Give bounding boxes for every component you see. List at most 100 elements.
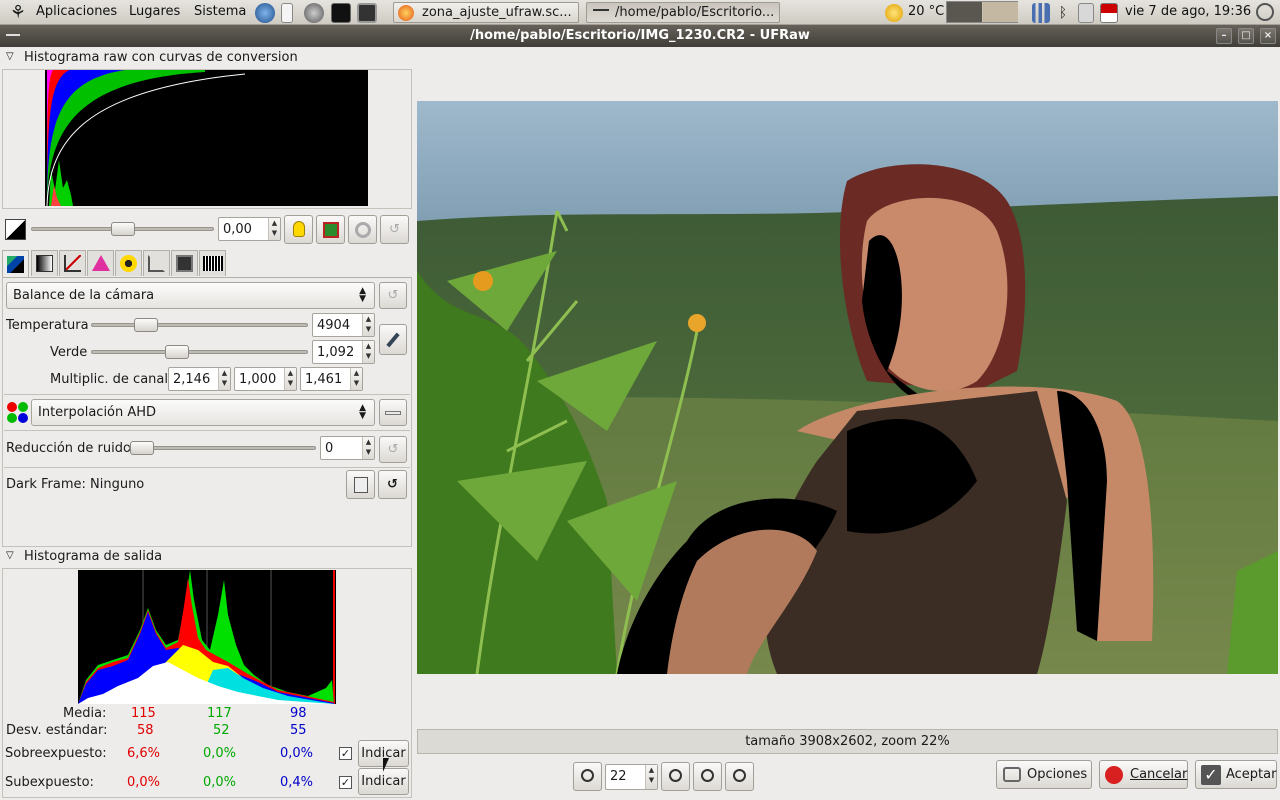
reset-dark-frame-button[interactable]: ↺ [378, 470, 407, 499]
exposure-slider[interactable] [31, 222, 214, 236]
exposure-icon [5, 219, 26, 240]
screen-launcher-icon[interactable] [357, 3, 377, 23]
workspace-1[interactable] [947, 2, 982, 22]
indicate-underexposed-button[interactable]: Indicar [358, 768, 409, 795]
workspace-2[interactable] [983, 2, 1018, 22]
cancel-button[interactable]: Cancelar [1099, 760, 1188, 789]
clip-highlights-button[interactable] [316, 215, 345, 244]
zoom-out-button[interactable] [573, 762, 602, 791]
window-menu-icon[interactable] [6, 34, 20, 38]
restore-details-button[interactable] [348, 215, 377, 244]
zoom-in-button[interactable] [661, 762, 690, 791]
spin-arrows-icon[interactable]: ▲ ▼ [362, 437, 374, 459]
noise-reduction-slider[interactable] [129, 441, 316, 455]
spin-arrows-icon[interactable]: ▲ ▼ [645, 765, 657, 789]
spin-arrows-icon[interactable]: ▲ ▼ [350, 368, 362, 390]
tab-base-curve[interactable] [59, 250, 86, 276]
cancel-icon [1105, 766, 1123, 784]
trash-icon[interactable] [1078, 3, 1094, 23]
zoom-100-button[interactable] [725, 762, 754, 791]
gnome-foot-icon[interactable]: ⚘ [7, 2, 29, 24]
tab-white-balance[interactable] [2, 250, 29, 278]
image-size-zoom-text: tamaño 3908x2602, zoom 22% [745, 734, 950, 749]
load-dark-frame-button[interactable] [346, 470, 375, 499]
stats-overexposed-blue: 0,0% [280, 746, 314, 761]
raw-histogram[interactable] [45, 70, 368, 206]
maximize-button[interactable]: □ [1238, 28, 1254, 44]
tab-color-management[interactable] [87, 250, 114, 276]
smoothing-toggle-button[interactable] [379, 399, 407, 426]
spot-white-balance-button[interactable] [379, 324, 407, 355]
spin-arrows-icon[interactable]: ▲ ▼ [218, 368, 230, 390]
overexposed-checkbox[interactable]: ✓ [339, 747, 352, 760]
separator [4, 467, 410, 468]
shutdown-icon[interactable] [1256, 3, 1274, 21]
ufraw-icon [593, 9, 609, 17]
raw-histogram-expander[interactable]: ▽ Histograma raw con curvas de conversio… [4, 50, 404, 68]
interpolation-combo[interactable]: Interpolación AHD ▲ ▼ [31, 399, 375, 426]
weather-icon[interactable] [885, 4, 903, 22]
menu-sistema[interactable]: Sistema [194, 4, 246, 19]
accept-button[interactable]: ✓ Aceptar [1195, 760, 1277, 789]
output-histogram-expander[interactable]: ▽ Histograma de salida [4, 549, 404, 567]
tab-save[interactable] [171, 250, 198, 276]
close-button[interactable]: × [1260, 28, 1276, 44]
workspace-switcher[interactable] [946, 1, 1018, 23]
menu-lugares[interactable]: Lugares [129, 4, 180, 19]
green-spinbox[interactable]: 1,092 ▲ ▼ [312, 340, 375, 364]
exposure-spinbox[interactable]: 0,00 ▲ ▼ [218, 217, 281, 241]
bluetooth-icon[interactable]: ᛒ [1055, 3, 1071, 23]
spin-arrows-icon[interactable]: ▲ ▼ [268, 218, 280, 240]
stats-mean-red: 115 [131, 706, 156, 721]
image-preview[interactable] [417, 101, 1278, 674]
exposure-slider-knob[interactable] [111, 222, 135, 236]
tab-exif[interactable] [199, 250, 226, 276]
reset-noise-button[interactable]: ↺ [379, 436, 407, 463]
settings-launcher-icon[interactable] [304, 3, 324, 23]
temperature-slider-knob[interactable] [134, 318, 158, 332]
noise-reduction-value: 0 [325, 441, 334, 456]
green-slider-knob[interactable] [165, 345, 189, 359]
green-slider[interactable] [91, 345, 308, 359]
taskbar-label: /home/pablo/Escritorio... [615, 5, 775, 20]
spin-arrows-icon[interactable]: ▲ ▼ [362, 314, 374, 336]
weather-temperature[interactable]: 20 °C [908, 4, 944, 19]
browser-launcher-icon[interactable] [255, 3, 275, 23]
file-launcher-icon[interactable] [281, 3, 293, 23]
terminal-launcher-icon[interactable] [331, 3, 351, 23]
keyboard-layout-icon[interactable] [1100, 3, 1118, 23]
lightness-icon [120, 255, 137, 272]
taskbar-item-ufraw[interactable]: /home/pablo/Escritorio... [586, 2, 780, 23]
noise-reduction-slider-knob[interactable] [130, 441, 154, 455]
underexposed-checkbox[interactable]: ✓ [339, 776, 352, 789]
clock[interactable]: vie 7 de ago, 19:36 [1125, 4, 1251, 19]
temperature-slider[interactable] [91, 318, 308, 332]
chip-icon [322, 222, 339, 238]
noise-reduction-spinbox[interactable]: 0 ▲ ▼ [320, 436, 375, 460]
temperature-spinbox[interactable]: 4904 ▲ ▼ [312, 313, 375, 337]
channel-green-spinbox[interactable]: 1,000 ▲ ▼ [234, 367, 297, 391]
spin-arrows-icon[interactable]: ▲ ▼ [284, 368, 296, 390]
tab-grayscale[interactable] [31, 250, 58, 276]
channel-red-spinbox[interactable]: 2,146 ▲ ▼ [168, 367, 231, 391]
accept-label: Aceptar [1226, 767, 1277, 782]
tab-crop[interactable] [143, 250, 170, 276]
minimize-button[interactable]: – [1216, 28, 1232, 44]
zoom-spinbox[interactable]: 22 ▲ ▼ [605, 764, 658, 790]
window-titlebar[interactable]: /home/pablo/Escritorio/IMG_1230.CR2 - UF… [0, 25, 1280, 47]
network-icon[interactable] [1032, 3, 1050, 23]
stats-underexposed-green: 0,0% [203, 775, 237, 790]
reset-exposure-button[interactable]: ↺ [380, 215, 409, 244]
menu-aplicaciones[interactable]: Aplicaciones [36, 4, 117, 19]
tab-corrections[interactable] [115, 250, 142, 276]
reset-white-balance-button[interactable]: ↺ [379, 282, 407, 309]
zoom-fit-button[interactable] [693, 762, 722, 791]
output-histogram[interactable] [78, 570, 336, 704]
taskbar-item-firefox[interactable]: zona_ajuste_ufraw.sc... [393, 2, 579, 23]
green-label: Verde [50, 345, 88, 360]
spin-arrows-icon[interactable]: ▲ ▼ [362, 341, 374, 363]
auto-exposure-button[interactable] [284, 215, 313, 244]
channel-blue-spinbox[interactable]: 1,461 ▲ ▼ [300, 367, 363, 391]
white-balance-combo[interactable]: Balance de la cámara ▲ ▼ [6, 282, 375, 309]
options-button[interactable]: Opciones [996, 760, 1092, 789]
